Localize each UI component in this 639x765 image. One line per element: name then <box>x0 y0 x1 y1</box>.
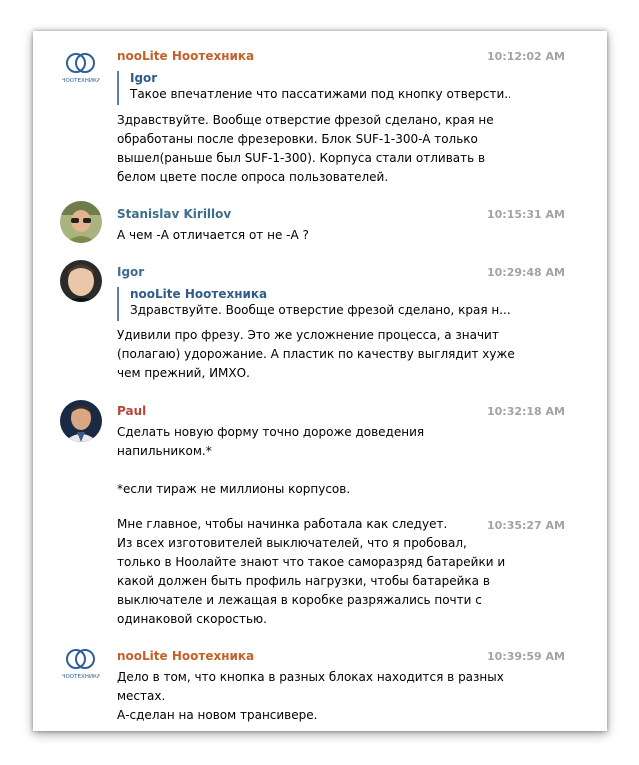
text-line: какой должен быть профиль нагрузки, чтоб… <box>117 574 490 588</box>
text-line: местах. <box>117 689 166 703</box>
quote-text: Здравствуйте. Вообще отверстие фрезой сд… <box>130 303 510 317</box>
message-text: Здравствуйте. Вообще отверстие фрезой сд… <box>117 111 517 187</box>
message-time: 10:29:48 AM <box>486 266 565 279</box>
text-line: одинаковой скоростью. <box>117 612 267 626</box>
text-line: *если тираж не миллионы корпусов. <box>117 482 351 496</box>
message-time: 10:32:18 AM <box>486 405 565 418</box>
quote-author: Igor <box>130 71 158 85</box>
message-time: 10:12:02 AM <box>486 50 565 63</box>
nootechnika-logo-avatar[interactable]: НООТЕХНИКА <box>60 49 102 91</box>
text-line: Сделать новую форму точно дороже доведен… <box>117 425 425 439</box>
message-time: 10:15:31 AM <box>486 208 565 221</box>
author-name[interactable]: Stanislav Kirillov <box>117 207 231 221</box>
message-text: А чем -А отличается от не -А ? <box>117 226 517 245</box>
nootechnika-logo-avatar[interactable]: НООТЕХНИКА <box>60 645 102 687</box>
text-line: А чем -А отличается от не -А ? <box>117 228 309 242</box>
text-line: А-сделан на новом трансивере. <box>117 708 318 722</box>
text-line: выключателе и лежащая в коробке разряжал… <box>117 593 482 607</box>
text-line: только в Ноолайте знают что такое самора… <box>117 555 506 569</box>
author-name[interactable]: nooLite Ноотехника <box>117 649 254 663</box>
text-line: Дело в том, что кнопка в разных блоках н… <box>117 670 504 684</box>
message-text: Сделать новую форму точно дороже доведен… <box>117 423 517 499</box>
quote-text: Такое впечатление что пассатижами под кн… <box>130 87 510 101</box>
text-line: чем прежний, ИМХО. <box>117 366 250 380</box>
logo-caption: НООТЕХНИКА <box>61 674 101 680</box>
logo-caption: НООТЕХНИКА <box>61 78 101 84</box>
message-text: Дело в том, что кнопка в разных блоках н… <box>117 668 517 725</box>
avatar[interactable] <box>60 260 102 302</box>
quote-author: nooLite Ноотехника <box>130 287 268 301</box>
text-line: Мне главное, чтобы начинка работала как … <box>117 517 448 531</box>
user-photo-icon <box>60 201 102 243</box>
user-photo-icon <box>60 400 102 442</box>
chat-history: НООТЕХНИКА nooLite Ноотехника 10:12:02 A… <box>33 31 607 731</box>
text-line: вышел(раньше был SUF-1-300). Корпуса ста… <box>117 151 486 165</box>
author-name[interactable]: Paul <box>117 404 146 418</box>
text-line: напильником.* <box>117 444 212 458</box>
user-photo-icon <box>60 260 102 302</box>
text-line: белом цвете после опроса пользователей. <box>117 170 389 184</box>
text-line: Здравствуйте. Вообще отверстие фрезой сд… <box>117 113 494 127</box>
message-time: 10:39:59 AM <box>486 650 565 663</box>
nootechnika-logo-icon: НООТЕХНИКА <box>61 53 101 84</box>
avatar[interactable] <box>60 201 102 243</box>
avatar[interactable] <box>60 400 102 442</box>
message-text: Мне главное, чтобы начинка работала как … <box>117 515 517 629</box>
text-line: Из всех изготовителей выключателей, что … <box>117 536 467 550</box>
message-text: Удивили про фрезу. Это же усложнение про… <box>117 326 517 383</box>
nootechnika-logo-icon: НООТЕХНИКА <box>61 649 101 680</box>
text-line: обработаны после фрезеровки. Блок SUF-1-… <box>117 132 478 146</box>
reply-quote[interactable]: nooLite Ноотехника Здравствуйте. Вообще … <box>117 287 510 321</box>
reply-quote[interactable]: Igor Такое впечатление что пассатижами п… <box>117 71 510 105</box>
author-name[interactable]: Igor <box>117 265 144 279</box>
text-line: Удивили про фрезу. Это же усложнение про… <box>117 328 499 342</box>
author-name[interactable]: nooLite Ноотехника <box>117 49 254 63</box>
text-line: (полагаю) удорожание. А пластик по качес… <box>117 347 515 361</box>
